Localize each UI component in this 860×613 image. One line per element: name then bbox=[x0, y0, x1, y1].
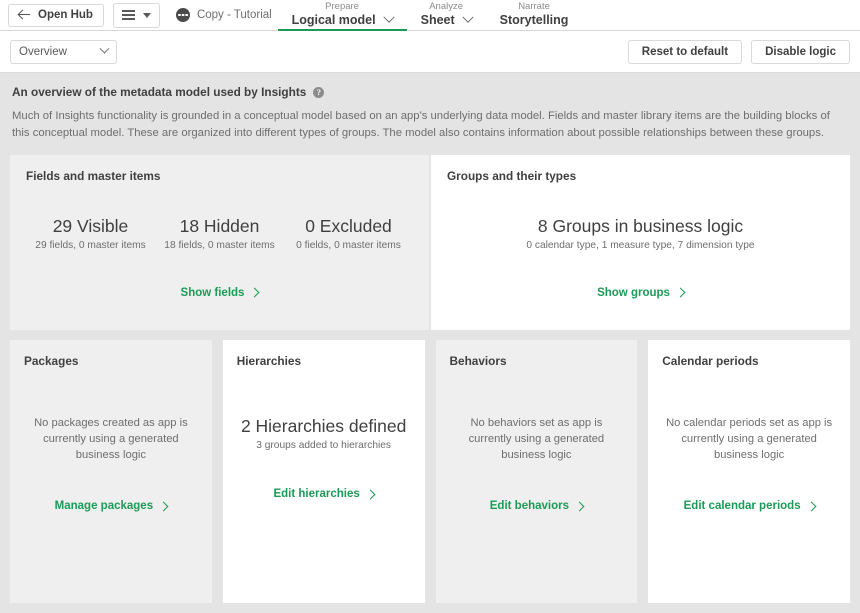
empty-state-text: No behaviors set as app is currently usi… bbox=[450, 415, 624, 463]
stat-sub: 0 fields, 0 master items bbox=[284, 240, 413, 251]
card-body: No packages created as app is currently … bbox=[24, 368, 198, 587]
summary-cards-row: Fields and master items 29 Visible 29 fi… bbox=[10, 155, 850, 330]
edit-hierarchies-label: Edit hierarchies bbox=[273, 488, 359, 500]
secondary-toolbar: Overview Reset to default Disable logic bbox=[0, 31, 860, 73]
stat-head: 29 Visible bbox=[26, 215, 155, 237]
chevron-right-icon bbox=[159, 501, 169, 511]
card-title: Behaviors bbox=[450, 354, 624, 368]
chevron-down-icon bbox=[100, 44, 110, 54]
field-stats: 29 Visible 29 fields, 0 master items 18 … bbox=[26, 215, 413, 251]
help-icon[interactable]: ? bbox=[313, 87, 324, 98]
chevron-right-icon bbox=[806, 501, 816, 511]
card-body: 2 Hierarchies defined 3 groups added to … bbox=[237, 368, 411, 587]
card-title: Packages bbox=[24, 354, 198, 368]
card-title: Fields and master items bbox=[26, 169, 413, 183]
card-body: 8 Groups in business logic 0 calendar ty… bbox=[447, 183, 834, 316]
hierarchies-count-head: 2 Hierarchies defined bbox=[241, 415, 406, 437]
stat-hidden: 18 Hidden 18 fields, 0 master items bbox=[155, 215, 284, 251]
card-hierarchies: Hierarchies 2 Hierarchies defined 3 grou… bbox=[223, 340, 425, 603]
card-body: No calendar periods set as app is curren… bbox=[662, 368, 836, 587]
chevron-down-icon bbox=[143, 13, 151, 18]
show-fields-label: Show fields bbox=[181, 287, 245, 299]
stat-head: 0 Excluded bbox=[284, 215, 413, 237]
view-select-value: Overview bbox=[19, 46, 67, 58]
arrow-left-icon bbox=[19, 9, 31, 21]
card-calendar-periods: Calendar periods No calendar periods set… bbox=[648, 340, 850, 603]
navigation-menu-button[interactable] bbox=[113, 3, 160, 28]
stat-head: 18 Hidden bbox=[155, 215, 284, 237]
edit-behaviors-link[interactable]: Edit behaviors bbox=[490, 500, 583, 512]
edit-hierarchies-link[interactable]: Edit hierarchies bbox=[273, 488, 373, 500]
mode-kicker-narrate: Narrate bbox=[518, 1, 550, 13]
stat-excluded: 0 Excluded 0 fields, 0 master items bbox=[284, 215, 413, 251]
mode-label-sheet: Sheet bbox=[421, 13, 455, 27]
mode-sheet[interactable]: Analyze Sheet bbox=[407, 0, 486, 31]
view-select[interactable]: Overview bbox=[10, 40, 117, 64]
chevron-down-icon[interactable] bbox=[383, 12, 394, 23]
show-fields-link[interactable]: Show fields bbox=[181, 287, 259, 299]
card-packages: Packages No packages created as app is c… bbox=[10, 340, 212, 603]
detail-cards-row: Packages No packages created as app is c… bbox=[10, 340, 850, 603]
mode-label-logical-model: Logical model bbox=[292, 13, 376, 27]
app-icon bbox=[176, 8, 190, 22]
open-hub-label: Open Hub bbox=[38, 9, 93, 21]
hierarchies-count-sub: 3 groups added to hierarchies bbox=[256, 440, 391, 451]
card-body: No behaviors set as app is currently usi… bbox=[450, 368, 624, 587]
mode-logical-model[interactable]: Prepare Logical model bbox=[278, 0, 407, 31]
empty-state-text: No calendar periods set as app is curren… bbox=[662, 415, 836, 463]
chevron-right-icon bbox=[250, 288, 260, 298]
mode-kicker-analyze: Analyze bbox=[429, 1, 463, 13]
chevron-down-icon[interactable] bbox=[462, 12, 473, 23]
mode-storytelling[interactable]: Narrate Storytelling bbox=[486, 0, 583, 31]
toolbar-actions: Reset to default Disable logic bbox=[628, 40, 850, 64]
stat-visible: 29 Visible 29 fields, 0 master items bbox=[26, 215, 155, 251]
stat-sub: 29 fields, 0 master items bbox=[26, 240, 155, 251]
hamburger-icon bbox=[122, 10, 135, 20]
open-hub-button[interactable]: Open Hub bbox=[8, 4, 104, 27]
card-body: 29 Visible 29 fields, 0 master items 18 … bbox=[26, 183, 413, 316]
show-groups-label: Show groups bbox=[597, 287, 670, 299]
overview-description: An overview of the metadata model used b… bbox=[0, 73, 860, 141]
card-behaviors: Behaviors No behaviors set as app is cur… bbox=[436, 340, 638, 603]
reset-to-default-button[interactable]: Reset to default bbox=[628, 40, 742, 64]
card-title: Calendar periods bbox=[662, 354, 836, 368]
groups-count-sub: 0 calendar type, 1 measure type, 7 dimen… bbox=[526, 240, 754, 251]
card-title: Hierarchies bbox=[237, 354, 411, 368]
mode-kicker-prepare: Prepare bbox=[325, 1, 359, 13]
edit-calendar-periods-label: Edit calendar periods bbox=[684, 500, 801, 512]
description-title-row: An overview of the metadata model used b… bbox=[12, 85, 848, 99]
page-title: An overview of the metadata model used b… bbox=[12, 85, 306, 99]
groups-count-head: 8 Groups in business logic bbox=[526, 215, 754, 237]
card-groups-and-their-types: Groups and their types 8 Groups in busin… bbox=[431, 155, 850, 330]
card-fields-and-master-items: Fields and master items 29 Visible 29 fi… bbox=[10, 155, 429, 330]
manage-packages-link[interactable]: Manage packages bbox=[55, 500, 167, 512]
description-body: Much of Insights functionality is ground… bbox=[12, 108, 848, 141]
empty-state-text: No packages created as app is currently … bbox=[24, 415, 198, 463]
mode-label-storytelling: Storytelling bbox=[500, 13, 569, 27]
app-identity[interactable]: Copy - Tutorial bbox=[176, 8, 272, 22]
card-title: Groups and their types bbox=[447, 169, 834, 183]
edit-behaviors-label: Edit behaviors bbox=[490, 500, 569, 512]
disable-logic-button[interactable]: Disable logic bbox=[751, 40, 850, 64]
stat-sub: 18 fields, 0 master items bbox=[155, 240, 284, 251]
show-groups-link[interactable]: Show groups bbox=[597, 287, 684, 299]
app-name-label: Copy - Tutorial bbox=[197, 9, 272, 21]
top-toolbar: Open Hub Copy - Tutorial Prepare Logical… bbox=[0, 0, 860, 31]
manage-packages-label: Manage packages bbox=[55, 500, 153, 512]
chevron-right-icon bbox=[365, 489, 375, 499]
chevron-right-icon bbox=[675, 288, 685, 298]
chevron-right-icon bbox=[575, 501, 585, 511]
edit-calendar-periods-link[interactable]: Edit calendar periods bbox=[684, 500, 815, 512]
